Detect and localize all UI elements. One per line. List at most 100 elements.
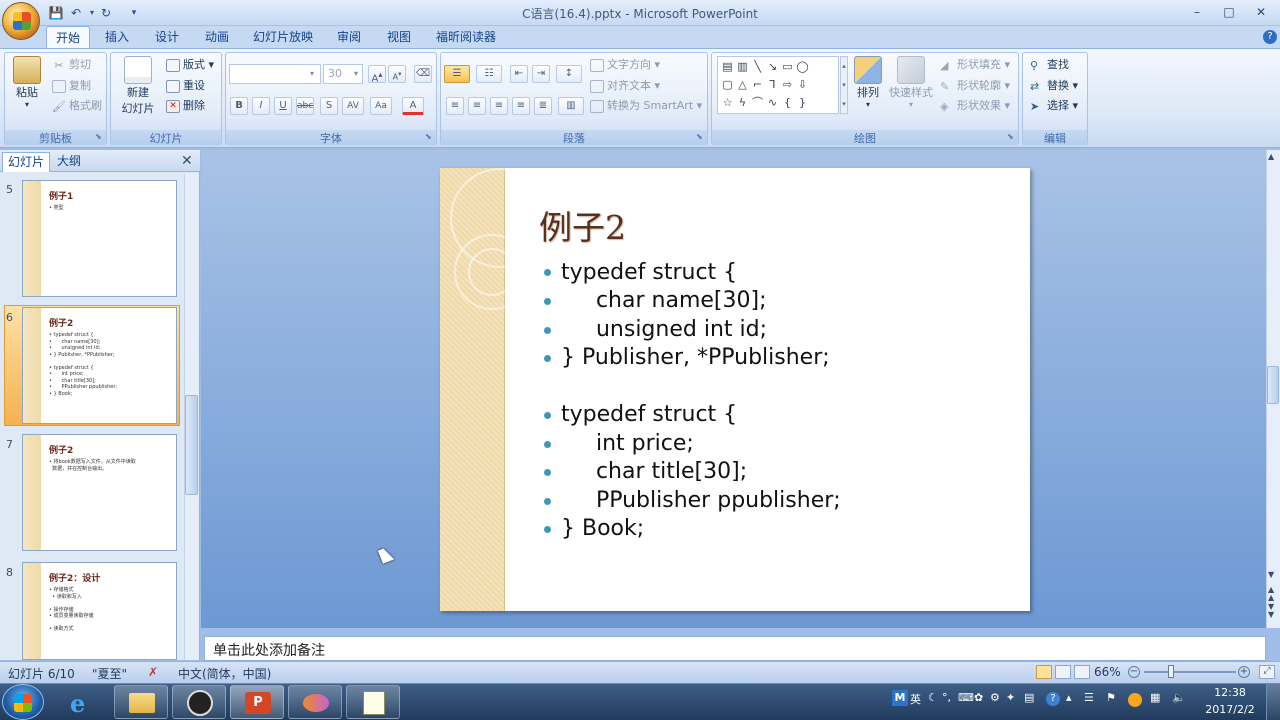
delete-button[interactable]: ✕ 删除 <box>166 97 205 113</box>
shapes-gallery[interactable]: ▤ ▥ ╲ ↘ ▭ ◯ ▢ △ ⌐ ⅂ ⇨ ⇩ ☆ ϟ ⌒ ∿{} <box>717 56 839 114</box>
align-right-icon[interactable]: ≡ <box>490 97 508 115</box>
help-tray-icon[interactable]: ? <box>1046 692 1060 706</box>
smartart-button[interactable]: 转换为 SmartArt ▾ <box>590 97 702 113</box>
ime-mode[interactable]: 英 <box>910 691 921 707</box>
clock-time[interactable]: 12:38 <box>1206 686 1254 699</box>
scroll-up-icon[interactable]: ▲ <box>1268 152 1274 161</box>
font-family-combo[interactable]: ▾ <box>229 64 321 84</box>
normal-view-icon[interactable] <box>1036 665 1052 679</box>
tab-animations[interactable]: 动画 <box>197 26 237 48</box>
tab-home[interactable]: 开始 <box>46 26 90 48</box>
grow-font-icon[interactable]: A▴ <box>368 65 386 84</box>
paste-button[interactable]: 粘贴 ▾ <box>12 56 42 109</box>
select-button[interactable]: ➤ 选择 ▾ <box>1030 97 1078 113</box>
slides-panel-scroll-thumb[interactable] <box>185 395 198 495</box>
notes-pane[interactable]: 单击此处添加备注 <box>204 636 1266 661</box>
office-button[interactable] <box>2 2 40 40</box>
left-brace-shape-icon[interactable]: { <box>780 96 795 110</box>
arrange-button[interactable]: 排列 ▾ <box>853 56 883 109</box>
taskbar-vs[interactable] <box>288 685 342 719</box>
slide-line[interactable]: int price; <box>561 430 694 458</box>
drawing-launcher-icon[interactable]: ⬊ <box>1007 132 1014 141</box>
numbering-icon[interactable]: ☷ <box>476 65 502 83</box>
language-indicator[interactable]: 中文(简体，中国) <box>178 665 271 682</box>
tab-foxit-reader[interactable]: 福昕阅读器 <box>430 26 502 48</box>
slide-sorter-icon[interactable] <box>1055 665 1071 679</box>
italic-icon[interactable]: I <box>252 97 270 115</box>
rounded-rect-shape-icon[interactable]: ▢ <box>720 78 735 92</box>
slide-line[interactable]: PPublisher ppublisher; <box>561 487 841 515</box>
tab-slides[interactable]: 幻灯片 <box>2 152 51 172</box>
close-panel-icon[interactable]: ✕ <box>181 153 193 169</box>
shape-effects-button[interactable]: ◈ 形状效果 ▾ <box>940 97 1010 113</box>
down-arrow-shape-icon[interactable]: ⇩ <box>795 78 810 92</box>
find-button[interactable]: ⚲ 查找 <box>1030 56 1069 72</box>
textbox-shape-icon[interactable]: ▤ <box>720 60 735 74</box>
taskbar-powerpoint[interactable]: P <box>230 685 284 719</box>
bullets-icon[interactable]: ☰ <box>444 65 470 83</box>
font-size-combo[interactable]: 30 ▾ <box>323 64 363 84</box>
shapes-scroll[interactable]: ▴ ▾ ▾ <box>840 56 848 114</box>
decrease-indent-icon[interactable]: ⇤ <box>510 65 528 83</box>
action-center-icon[interactable]: ⚑ <box>1106 691 1116 704</box>
ime-punct-icon[interactable]: °, <box>942 691 951 704</box>
start-button[interactable] <box>2 684 44 720</box>
align-text-button[interactable]: 对齐文本 ▾ <box>590 77 660 93</box>
taskbar-ie[interactable]: e <box>56 685 110 719</box>
elbow-shape-icon[interactable]: ⌐ <box>750 78 765 92</box>
slide-line[interactable]: char name[30]; <box>561 287 767 315</box>
font-launcher-icon[interactable]: ⬊ <box>425 132 432 141</box>
quick-styles-button[interactable]: 快速样式 ▾ <box>888 56 934 109</box>
shape-fill-button[interactable]: ◢ 形状填充 ▾ <box>940 56 1010 72</box>
help-icon[interactable]: ? <box>1263 30 1277 44</box>
char-spacing-icon[interactable]: AV <box>342 97 364 115</box>
replace-button[interactable]: ⇄ 替换 ▾ <box>1030 77 1078 93</box>
font-color-icon[interactable]: A <box>402 97 424 115</box>
distribute-icon[interactable]: ≣ <box>534 97 552 115</box>
line-shape-icon[interactable]: ╲ <box>750 60 765 74</box>
network-icon[interactable]: ▦ <box>1150 691 1160 704</box>
increase-indent-icon[interactable]: ⇥ <box>532 65 550 83</box>
slide-line[interactable]: typedef struct { <box>561 259 737 287</box>
zoom-in-icon[interactable]: + <box>1238 666 1250 678</box>
scroll-down-icon[interactable]: ▼ <box>1268 570 1274 579</box>
strikethrough-icon[interactable]: abc <box>296 97 314 115</box>
ime-menu-icon[interactable]: ▤ <box>1024 691 1034 704</box>
vtextbox-shape-icon[interactable]: ▥ <box>735 60 750 74</box>
tab-review[interactable]: 审阅 <box>329 26 369 48</box>
align-left-icon[interactable]: ≡ <box>446 97 464 115</box>
slide[interactable]: 例子2 typedef struct { char name[30]; unsi… <box>440 168 1030 611</box>
triangle-shape-icon[interactable]: △ <box>735 78 750 92</box>
arc-shape-icon[interactable]: ⌒ <box>750 96 765 110</box>
volume-icon[interactable]: 🔈 <box>1172 691 1186 704</box>
text-direction-button[interactable]: 文字方向 ▾ <box>590 56 660 72</box>
slide-thumbnail-7[interactable]: 例子2 • 将book数据写入文件，从文件中读取 数据，并在控制台输出。 <box>22 434 177 551</box>
tray-expand-icon[interactable]: ▴ <box>1066 691 1072 704</box>
tab-insert[interactable]: 插入 <box>97 26 137 48</box>
oval-shape-icon[interactable]: ◯ <box>795 60 810 74</box>
slide-thumbnail-5[interactable]: 例子1 • 类型 <box>22 180 177 297</box>
ime-skin-icon[interactable]: ✿ <box>974 691 983 704</box>
slide-line[interactable]: } Book; <box>561 515 644 543</box>
curve-shape-icon[interactable]: ∿ <box>765 96 780 110</box>
tab-outline[interactable]: 大纲 <box>52 152 86 172</box>
reset-button[interactable]: 重设 <box>166 77 205 93</box>
new-slide-button[interactable]: 新建 幻灯片 <box>116 56 160 116</box>
slide-line[interactable]: typedef struct { <box>561 401 737 429</box>
arrow-line-shape-icon[interactable]: ↘ <box>765 60 780 74</box>
right-arrow-shape-icon[interactable]: ⇨ <box>780 78 795 92</box>
show-desktop-button[interactable] <box>1266 684 1280 720</box>
zoom-level[interactable]: 66% <box>1094 665 1121 679</box>
change-case-icon[interactable]: Aa <box>370 97 392 115</box>
rectangle-shape-icon[interactable]: ▭ <box>780 60 795 74</box>
tab-design[interactable]: 设计 <box>147 26 187 48</box>
justify-icon[interactable]: ≡ <box>512 97 530 115</box>
bold-icon[interactable]: B <box>230 97 248 115</box>
spellcheck-icon[interactable]: ✗ <box>148 665 158 679</box>
layout-button[interactable]: 版式 ▾ <box>166 56 214 72</box>
slide-line[interactable]: unsigned int id; <box>561 316 767 344</box>
star-shape-icon[interactable]: ☆ <box>720 96 735 110</box>
right-brace-shape-icon[interactable]: } <box>795 96 810 110</box>
maximize-icon[interactable]: □ <box>1220 4 1238 20</box>
clear-format-icon[interactable]: ⌫ <box>414 65 432 83</box>
